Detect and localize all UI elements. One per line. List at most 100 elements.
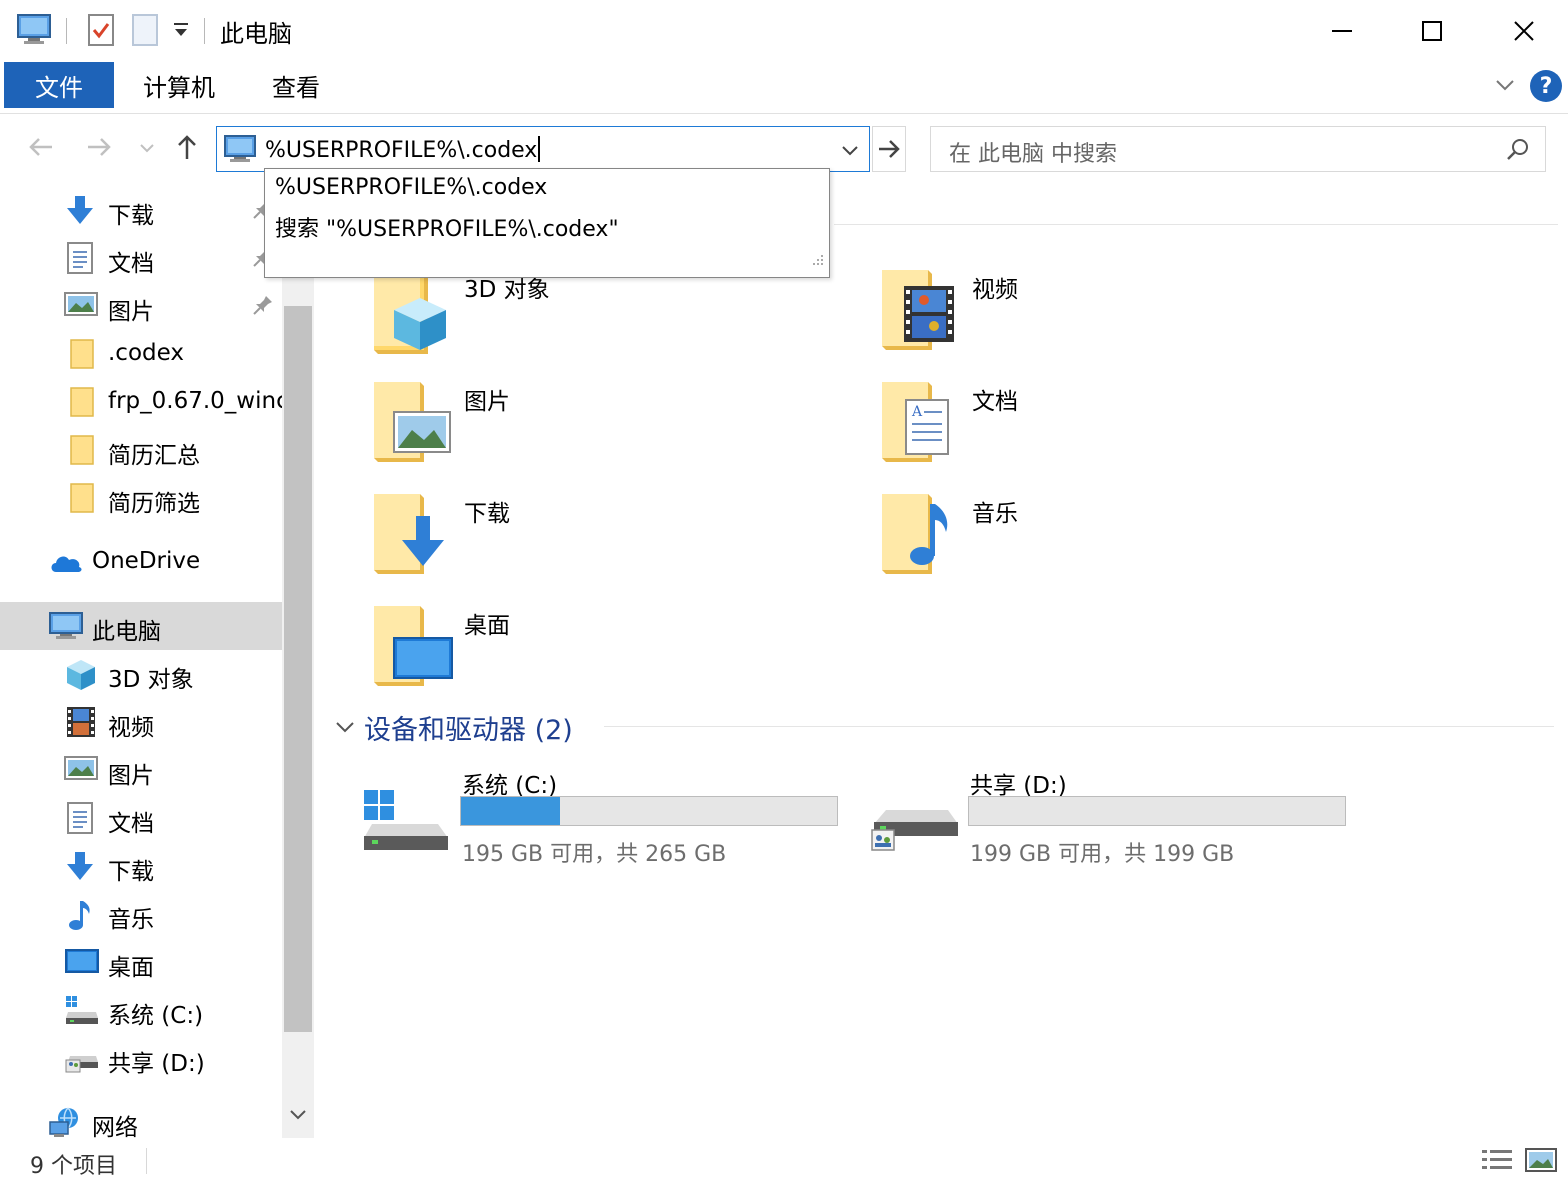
maximize-button[interactable] [1386, 0, 1478, 62]
music-folder-icon [880, 490, 970, 586]
sidebar-item-label: 简历汇总 [108, 443, 200, 469]
sidebar-item-label: 图片 [108, 763, 154, 789]
address-history-chevron-icon[interactable] [839, 139, 861, 167]
sidebar-item-resume-filter[interactable]: 简历筛选 [0, 474, 282, 522]
drive-name: 系统 (C:) [462, 773, 558, 799]
title-separator [204, 18, 205, 44]
sidebar-item-frp[interactable]: frp_0.67.0_winc [0, 378, 282, 426]
sidebar-item-label: 简历筛选 [108, 491, 200, 517]
sidebar-item-pictures[interactable]: 图片 [0, 746, 282, 794]
sidebar-item-music[interactable]: 音乐 [0, 890, 282, 938]
sidebar-scrollbar[interactable] [282, 184, 314, 1138]
drive-tile-c[interactable]: 系统 (C:) 195 GB 可用，共 265 GB [362, 766, 862, 876]
documents-folder-icon: A [880, 378, 970, 474]
folder-tile-downloads[interactable]: 下载 [372, 490, 842, 600]
folder-label: 音乐 [972, 501, 1018, 527]
navigation-pane: 下载 文档 图片 .codex frp_0.67.0_winc 简历汇总 简历筛… [0, 184, 282, 1138]
devices-group-header[interactable]: 设备和驱动器 (2) [334, 708, 1564, 746]
minimize-button[interactable] [1296, 0, 1388, 62]
expand-ribbon-chevron-icon[interactable] [1494, 74, 1516, 102]
computer-icon[interactable] [16, 12, 52, 52]
folder-tile-desktop[interactable]: 桌面 [372, 602, 842, 712]
drive-usage-bar [460, 796, 838, 826]
drive-usage-fill [461, 797, 561, 825]
film-icon [66, 706, 98, 738]
folder-label: 图片 [464, 389, 510, 415]
go-button[interactable] [872, 126, 906, 172]
system-drive-icon [362, 788, 450, 864]
help-icon: ? [1539, 73, 1553, 99]
details-view-icon[interactable] [1480, 1146, 1514, 1180]
help-button[interactable]: ? [1530, 70, 1562, 102]
autocomplete-item-path[interactable]: %USERPROFILE%\.codex [275, 175, 547, 200]
cube-folder-icon [372, 266, 462, 362]
sidebar-item-codex[interactable]: .codex [0, 330, 282, 378]
sidebar-item-onedrive[interactable]: OneDrive [0, 538, 282, 586]
pin-icon[interactable] [252, 294, 274, 322]
folder-tile-music[interactable]: 音乐 [880, 490, 1350, 600]
devices-group-title: 设备和驱动器 (2) [364, 715, 573, 746]
sidebar-item-videos[interactable]: 视频 [0, 698, 282, 746]
sidebar-item-resume-summary[interactable]: 简历汇总 [0, 426, 282, 474]
tab-view[interactable]: 查看 [248, 62, 344, 108]
sidebar-item-downloads[interactable]: 下载 [0, 842, 282, 890]
sidebar-item-label: 文档 [108, 811, 154, 837]
folder-tile-videos[interactable]: 视频 [880, 266, 1350, 376]
tab-file[interactable]: 文件 [4, 62, 114, 108]
go-arrow-icon [879, 140, 900, 158]
folder-icon [68, 338, 100, 370]
network-drive-icon [64, 1042, 100, 1074]
up-arrow-icon[interactable] [172, 132, 202, 168]
drive-tile-d[interactable]: 共享 (D:) 199 GB 可用，共 199 GB [870, 766, 1370, 876]
forward-arrow-icon[interactable] [84, 132, 114, 168]
autocomplete-item-search[interactable]: 搜索 "%USERPROFILE%\.codex" [275, 211, 619, 243]
folder-label: 视频 [972, 277, 1018, 303]
devices-group-divider [604, 726, 1554, 727]
tab-computer[interactable]: 计算机 [126, 62, 232, 108]
sidebar-item-downloads-pinned[interactable]: 下载 [0, 186, 282, 234]
sidebar-item-desktop[interactable]: 桌面 [0, 938, 282, 986]
sidebar-item-drive-c[interactable]: 系统 (C:) [0, 986, 282, 1034]
sidebar-scroll-thumb[interactable] [284, 306, 312, 1032]
folder-label: 下载 [464, 501, 510, 527]
system-drive-icon [64, 994, 100, 1026]
properties-icon[interactable] [86, 12, 116, 54]
sidebar-item-3d-objects[interactable]: 3D 对象 [0, 650, 282, 698]
search-box[interactable]: 在 此电脑 中搜索 [930, 126, 1546, 172]
address-input[interactable]: %USERPROFILE%\.codex [265, 136, 541, 163]
large-icons-view-icon[interactable] [1524, 1146, 1558, 1180]
sidebar-item-label: .codex [108, 340, 184, 366]
drive-name: 共享 (D:) [970, 773, 1067, 799]
search-input[interactable]: 在 此电脑 中搜索 [949, 136, 1117, 168]
window-title: 此电脑 [220, 20, 292, 48]
back-arrow-icon[interactable] [26, 132, 56, 168]
drive-usage-bar [968, 796, 1346, 826]
close-button[interactable] [1478, 0, 1568, 62]
desktop-icon [64, 946, 100, 978]
computer-icon [48, 610, 84, 642]
customize-toolbar-chevron-icon[interactable] [172, 20, 190, 46]
sidebar-item-network[interactable]: 网络 [0, 1098, 282, 1138]
resize-grip-icon[interactable] [809, 248, 825, 273]
folder-icon [68, 434, 100, 466]
title-bar: 此电脑 [0, 0, 1568, 62]
sidebar-item-pictures-pinned[interactable]: 图片 [0, 282, 282, 330]
sidebar-item-this-pc[interactable]: 此电脑 [0, 602, 282, 650]
folder-tile-3d-objects[interactable]: 3D 对象 [372, 266, 842, 376]
sidebar-item-label: 网络 [92, 1115, 138, 1138]
download-arrow-icon [64, 194, 96, 226]
collapse-chevron-icon[interactable] [334, 716, 356, 744]
search-icon[interactable] [1505, 137, 1531, 169]
scroll-down-chevron-icon[interactable] [288, 1104, 308, 1130]
recent-locations-chevron-icon[interactable] [138, 138, 156, 163]
new-folder-icon[interactable] [130, 12, 160, 54]
sidebar-item-label: 图片 [108, 299, 154, 325]
sidebar-item-drive-d[interactable]: 共享 (D:) [0, 1034, 282, 1082]
folder-tile-documents[interactable]: A 文档 [880, 378, 1350, 488]
network-icon [48, 1106, 84, 1138]
sidebar-item-documents[interactable]: 文档 [0, 794, 282, 842]
address-bar[interactable]: %USERPROFILE%\.codex [216, 126, 870, 172]
close-icon [1514, 21, 1534, 41]
sidebar-item-documents-pinned[interactable]: 文档 [0, 234, 282, 282]
folder-tile-pictures[interactable]: 图片 [372, 378, 842, 488]
